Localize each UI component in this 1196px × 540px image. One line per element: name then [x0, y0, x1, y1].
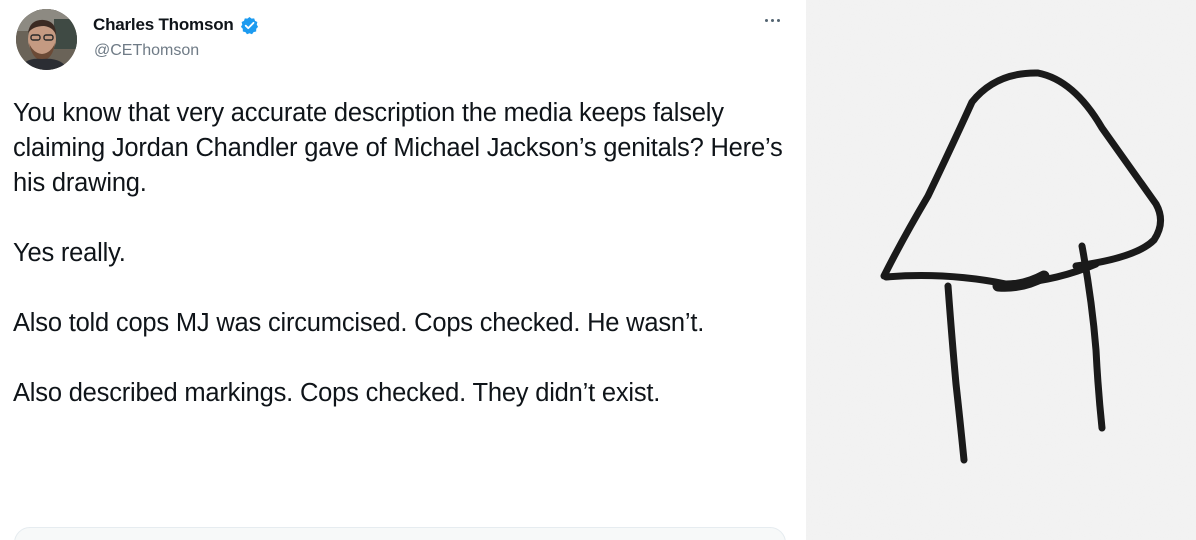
tweet-paragraph: Yes really.	[13, 239, 126, 267]
tweet-card[interactable]: Charles Thomson @CEThomson You know that…	[0, 0, 800, 540]
person-avatar-icon[interactable]	[16, 9, 77, 70]
author-name-row[interactable]: Charles Thomson	[93, 13, 259, 37]
author-name[interactable]: Charles Thomson	[93, 15, 234, 35]
author-handle[interactable]: @CEThomson	[94, 42, 199, 60]
quoted-content-card[interactable]	[14, 527, 786, 540]
tweet-paragraph: You know that very accurate description …	[13, 99, 783, 197]
hand-drawn-sketch-image	[806, 0, 1196, 540]
verified-badge-icon	[240, 16, 259, 35]
more-options-icon[interactable]	[758, 10, 786, 30]
screenshot-canvas: Charles Thomson @CEThomson You know that…	[0, 0, 1196, 540]
tweet-paragraph: Also told cops MJ was circumcised. Cops …	[13, 309, 705, 337]
tweet-text: You know that very accurate description …	[13, 96, 783, 411]
tweet-paragraph: Also described markings. Cops checked. T…	[13, 379, 661, 407]
